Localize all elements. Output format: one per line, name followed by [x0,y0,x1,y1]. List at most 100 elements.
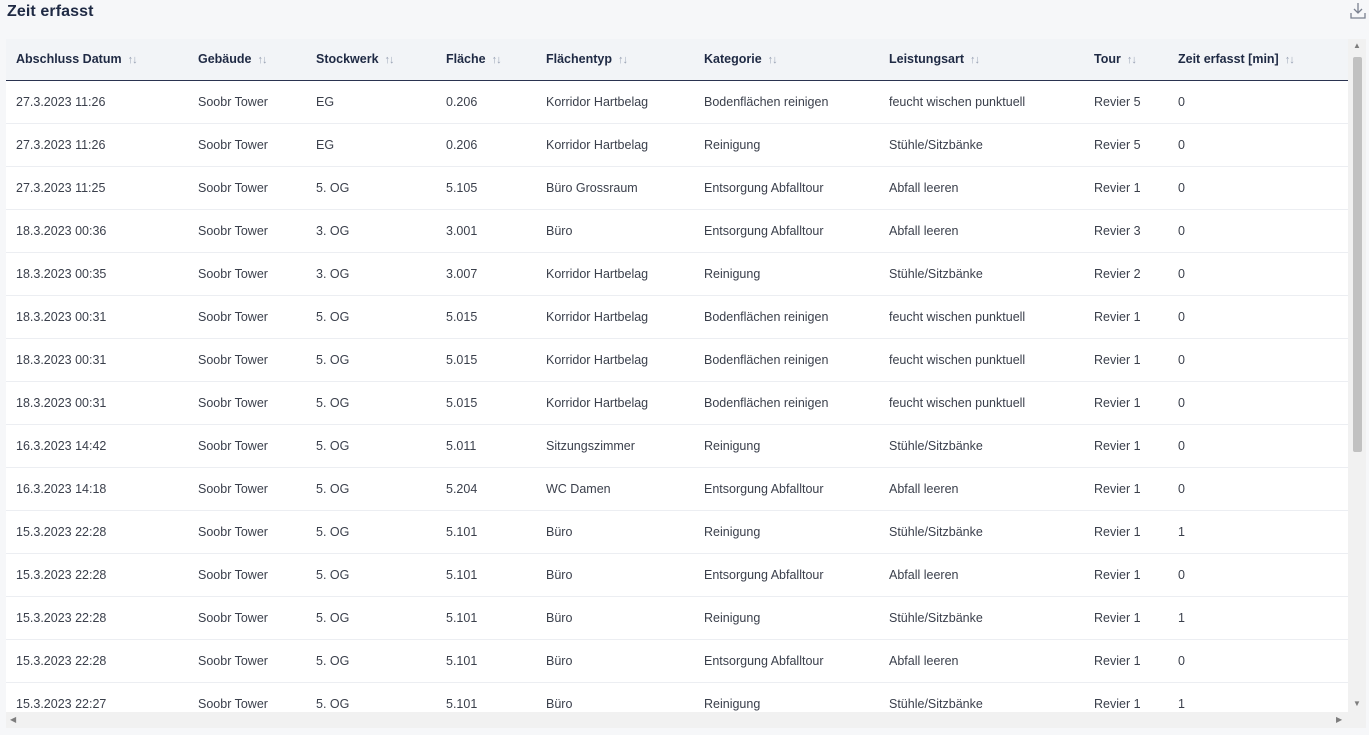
column-header-gebaeude[interactable]: Gebäude ↑↓ [198,39,268,81]
vertical-scroll-thumb[interactable] [1353,57,1362,452]
cell-tour: Revier 1 [1094,525,1141,539]
column-header-flaechentyp[interactable]: Flächentyp ↑↓ [546,39,628,81]
cell-flaechentyp: Büro [546,611,573,625]
table-row[interactable]: 27.3.2023 11:25 Soobr Tower 5. OG 5.105 Büro… [6,167,1348,210]
sort-icon[interactable]: ↑↓ [1285,40,1295,81]
cell-gebaeude: Soobr Tower [198,224,268,238]
cell-flaechentyp: Büro Grossraum [546,181,638,195]
table-row[interactable]: 18.3.2023 00:31 Soobr Tower 5. OG 5.015 Korr… [6,382,1348,425]
table-row[interactable]: 27.3.2023 11:26 Soobr Tower EG 0.206 Korrido… [6,124,1348,167]
cell-gebaeude: Soobr Tower [198,611,268,625]
cell-leistungsart: Abfall leeren [889,654,959,668]
column-header-zeit-erfasst[interactable]: Zeit erfasst [min] ↑↓ [1178,39,1295,81]
table-row[interactable]: 15.3.2023 22:28 Soobr Tower 5. OG 5.101 Büro… [6,597,1348,640]
cell-tour: Revier 1 [1094,654,1141,668]
cell-zeit-erfasst: 0 [1178,568,1185,582]
triangle-left-icon[interactable]: ◀ [10,716,16,724]
cell-flaeche: 5.101 [446,525,478,539]
cell-stockwerk: 5. OG [316,611,350,625]
cell-gebaeude: Soobr Tower [198,396,268,410]
sort-icon[interactable]: ↑↓ [970,40,980,81]
cell-flaechentyp: Sitzungszimmer [546,439,635,453]
cell-zeit-erfasst: 0 [1178,353,1185,367]
column-header-abschluss-datum[interactable]: Abschluss Datum ↑↓ [16,39,138,81]
sort-icon[interactable]: ↑↓ [492,40,502,81]
cell-kategorie: Bodenflächen reinigen [704,310,829,324]
cell-flaechentyp: Korridor Hartbelag [546,353,649,367]
triangle-up-icon[interactable]: ▲ [1353,42,1361,50]
table-row[interactable]: 18.3.2023 00:36 Soobr Tower 3. OG 3.001 Büro… [6,210,1348,253]
sort-icon[interactable]: ↑↓ [385,40,395,81]
cell-kategorie: Bodenflächen reinigen [704,353,829,367]
cell-stockwerk: 5. OG [316,525,350,539]
cell-flaeche: 5.011 [446,439,477,453]
cell-gebaeude: Soobr Tower [198,439,268,453]
sort-icon[interactable]: ↑↓ [618,40,628,81]
vertical-scrollbar[interactable]: ▲ ▼ [1348,39,1366,712]
cell-zeit-erfasst: 0 [1178,654,1185,668]
cell-tour: Revier 2 [1094,267,1141,281]
triangle-down-icon[interactable]: ▼ [1353,700,1361,708]
triangle-right-icon[interactable]: ▶ [1336,716,1342,724]
table-row[interactable]: 15.3.2023 22:28 Soobr Tower 5. OG 5.101 Büro… [6,554,1348,597]
cell-gebaeude: Soobr Tower [198,138,268,152]
cell-leistungsart: Abfall leeren [889,568,959,582]
cell-leistungsart: feucht wischen punktuell [889,396,1026,410]
cell-stockwerk: 5. OG [316,396,350,410]
table-row[interactable]: 18.3.2023 00:35 Soobr Tower 3. OG 3.007 Korr… [6,253,1348,296]
column-header-flaeche[interactable]: Fläche ↑↓ [446,39,502,81]
sort-icon[interactable]: ↑↓ [258,40,268,81]
cell-flaeche: 5.105 [446,181,478,195]
table-body: 27.3.2023 11:26 Soobr Tower EG 0.206 Korrido… [6,81,1348,726]
cell-abschluss-datum: 18.3.2023 00:35 [16,267,107,281]
cell-zeit-erfasst: 0 [1178,482,1185,496]
column-header-kategorie[interactable]: Kategorie ↑↓ [704,39,778,81]
sort-icon[interactable]: ↑↓ [768,40,778,81]
cell-flaeche: 5.015 [446,353,478,367]
cell-stockwerk: 5. OG [316,482,350,496]
cell-kategorie: Reinigung [704,525,761,539]
sort-icon[interactable]: ↑↓ [128,40,138,81]
cell-tour: Revier 1 [1094,611,1141,625]
table-row[interactable]: 18.3.2023 00:31 Soobr Tower 5. OG 5.015 Korr… [6,296,1348,339]
column-header-stockwerk[interactable]: Stockwerk ↑↓ [316,39,395,81]
cell-leistungsart: Stühle/Sitzbänke [889,525,983,539]
scrollbar-corner [1348,712,1366,728]
cell-zeit-erfasst: 1 [1178,611,1185,625]
table-row[interactable]: 16.3.2023 14:42 Soobr Tower 5. OG 5.011 Sitz… [6,425,1348,468]
cell-zeit-erfasst: 1 [1178,525,1185,539]
cell-tour: Revier 5 [1094,138,1141,152]
table-header: Abschluss Datum ↑↓ Gebäude ↑↓ Stockwerk ↑↓ … [6,39,1348,81]
cell-flaeche: 0.206 [446,95,478,109]
column-header-tour[interactable]: Tour ↑↓ [1094,39,1137,81]
table-row[interactable]: 27.3.2023 11:26 Soobr Tower EG 0.206 Korrido… [6,81,1348,124]
cell-stockwerk: 5. OG [316,568,350,582]
cell-flaechentyp: Korridor Hartbelag [546,138,649,152]
table-row[interactable]: 16.3.2023 14:18 Soobr Tower 5. OG 5.204 WC D… [6,468,1348,511]
cell-flaechentyp: Büro [546,525,573,539]
cell-gebaeude: Soobr Tower [198,310,268,324]
cell-gebaeude: Soobr Tower [198,525,268,539]
horizontal-scrollbar[interactable]: ◀ ▶ [6,712,1348,728]
cell-kategorie: Entsorgung Abfalltour [704,568,824,582]
cell-leistungsart: feucht wischen punktuell [889,353,1026,367]
cell-flaeche: 5.204 [446,482,478,496]
cell-flaechentyp: WC Damen [546,482,611,496]
cell-gebaeude: Soobr Tower [198,654,268,668]
column-header-leistungsart[interactable]: Leistungsart ↑↓ [889,39,980,81]
cell-flaeche: 5.015 [446,310,478,324]
table-row[interactable]: 15.3.2023 22:28 Soobr Tower 5. OG 5.101 Büro… [6,640,1348,683]
cell-abschluss-datum: 15.3.2023 22:28 [16,654,107,668]
cell-leistungsart: Stühle/Sitzbänke [889,138,983,152]
cell-tour: Revier 1 [1094,181,1141,195]
cell-abschluss-datum: 18.3.2023 00:31 [16,353,107,367]
download-icon[interactable] [1350,2,1366,20]
table-row[interactable]: 15.3.2023 22:28 Soobr Tower 5. OG 5.101 Büro… [6,511,1348,554]
cell-abschluss-datum: 15.3.2023 22:28 [16,568,107,582]
cell-gebaeude: Soobr Tower [198,482,268,496]
table-row[interactable]: 18.3.2023 00:31 Soobr Tower 5. OG 5.015 Korr… [6,339,1348,382]
sort-icon[interactable]: ↑↓ [1127,40,1137,81]
cell-tour: Revier 1 [1094,439,1141,453]
cell-abschluss-datum: 18.3.2023 00:31 [16,396,107,410]
cell-leistungsart: Stühle/Sitzbänke [889,611,983,625]
